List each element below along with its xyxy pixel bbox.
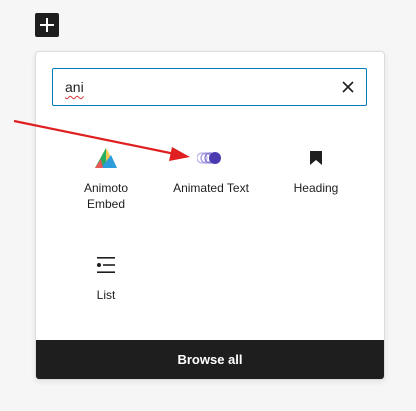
clear-search-button[interactable] — [338, 77, 358, 97]
search-input[interactable]: ani — [52, 68, 367, 106]
browse-all-button[interactable]: Browse all — [36, 340, 384, 379]
search-input-value: ani — [65, 79, 84, 95]
animated-text-icon — [161, 144, 261, 172]
block-label: Heading — [293, 181, 339, 195]
bookmark-heading-icon — [266, 144, 366, 172]
block-item-animated-text[interactable]: Animated Text — [161, 144, 261, 196]
block-label: Animoto Embed — [83, 181, 129, 211]
plus-icon — [40, 18, 54, 32]
animoto-icon — [56, 144, 156, 172]
close-icon — [342, 81, 354, 93]
block-inserter-panel: ani Animoto Embed Animated Text Heading … — [35, 51, 385, 380]
list-icon — [56, 251, 156, 279]
block-label: List — [96, 288, 116, 302]
add-block-button[interactable] — [35, 13, 59, 37]
block-item-list[interactable]: List — [56, 251, 156, 303]
block-item-heading[interactable]: Heading — [266, 144, 366, 196]
block-label: Animated Text — [173, 181, 249, 195]
block-item-animoto-embed[interactable]: Animoto Embed — [56, 144, 156, 212]
